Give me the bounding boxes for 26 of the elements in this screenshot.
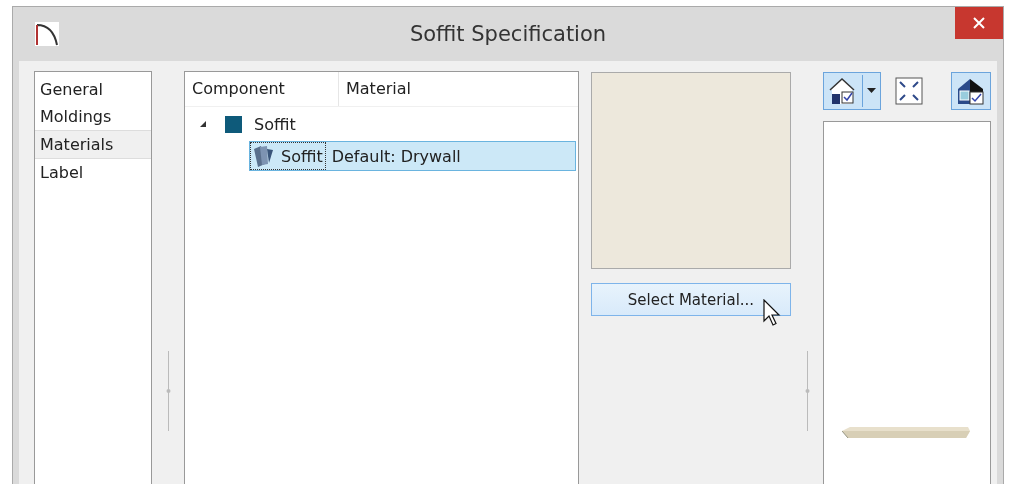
splitter-handle[interactable]	[804, 350, 810, 431]
color-square-icon	[225, 115, 242, 133]
column-header[interactable]: Material	[339, 72, 418, 106]
sidebar-item[interactable]: Moldings	[35, 103, 151, 130]
house-display-icon	[956, 76, 986, 106]
arch-icon	[35, 22, 59, 46]
display-options-button[interactable]	[951, 72, 991, 110]
sidebar-item[interactable]: Label	[35, 159, 151, 186]
close-button[interactable]	[955, 7, 1003, 39]
expand-toggle-icon[interactable]	[199, 120, 207, 128]
tree-row[interactable]: Soffit Default: Drywall	[249, 141, 576, 171]
view-dropdown-button[interactable]	[823, 72, 881, 110]
sidebar-item[interactable]: Materials	[35, 130, 151, 159]
table-cell: Soffit	[250, 142, 326, 170]
cursor-icon	[763, 299, 783, 327]
caret-icon	[867, 88, 876, 94]
close-icon	[973, 17, 985, 29]
splitter-handle[interactable]	[165, 350, 171, 431]
column-header[interactable]: Component	[185, 72, 339, 106]
table-cell-text: Default: Drywall	[330, 146, 461, 166]
fit-icon	[894, 76, 924, 106]
sidebar-item[interactable]: General	[35, 76, 151, 103]
material-cards-icon	[251, 144, 275, 168]
select-material-button[interactable]: Select Material...	[591, 283, 791, 316]
window-title: Soffit Specification	[408, 22, 608, 46]
tree-item[interactable]: Soffit	[250, 114, 300, 134]
